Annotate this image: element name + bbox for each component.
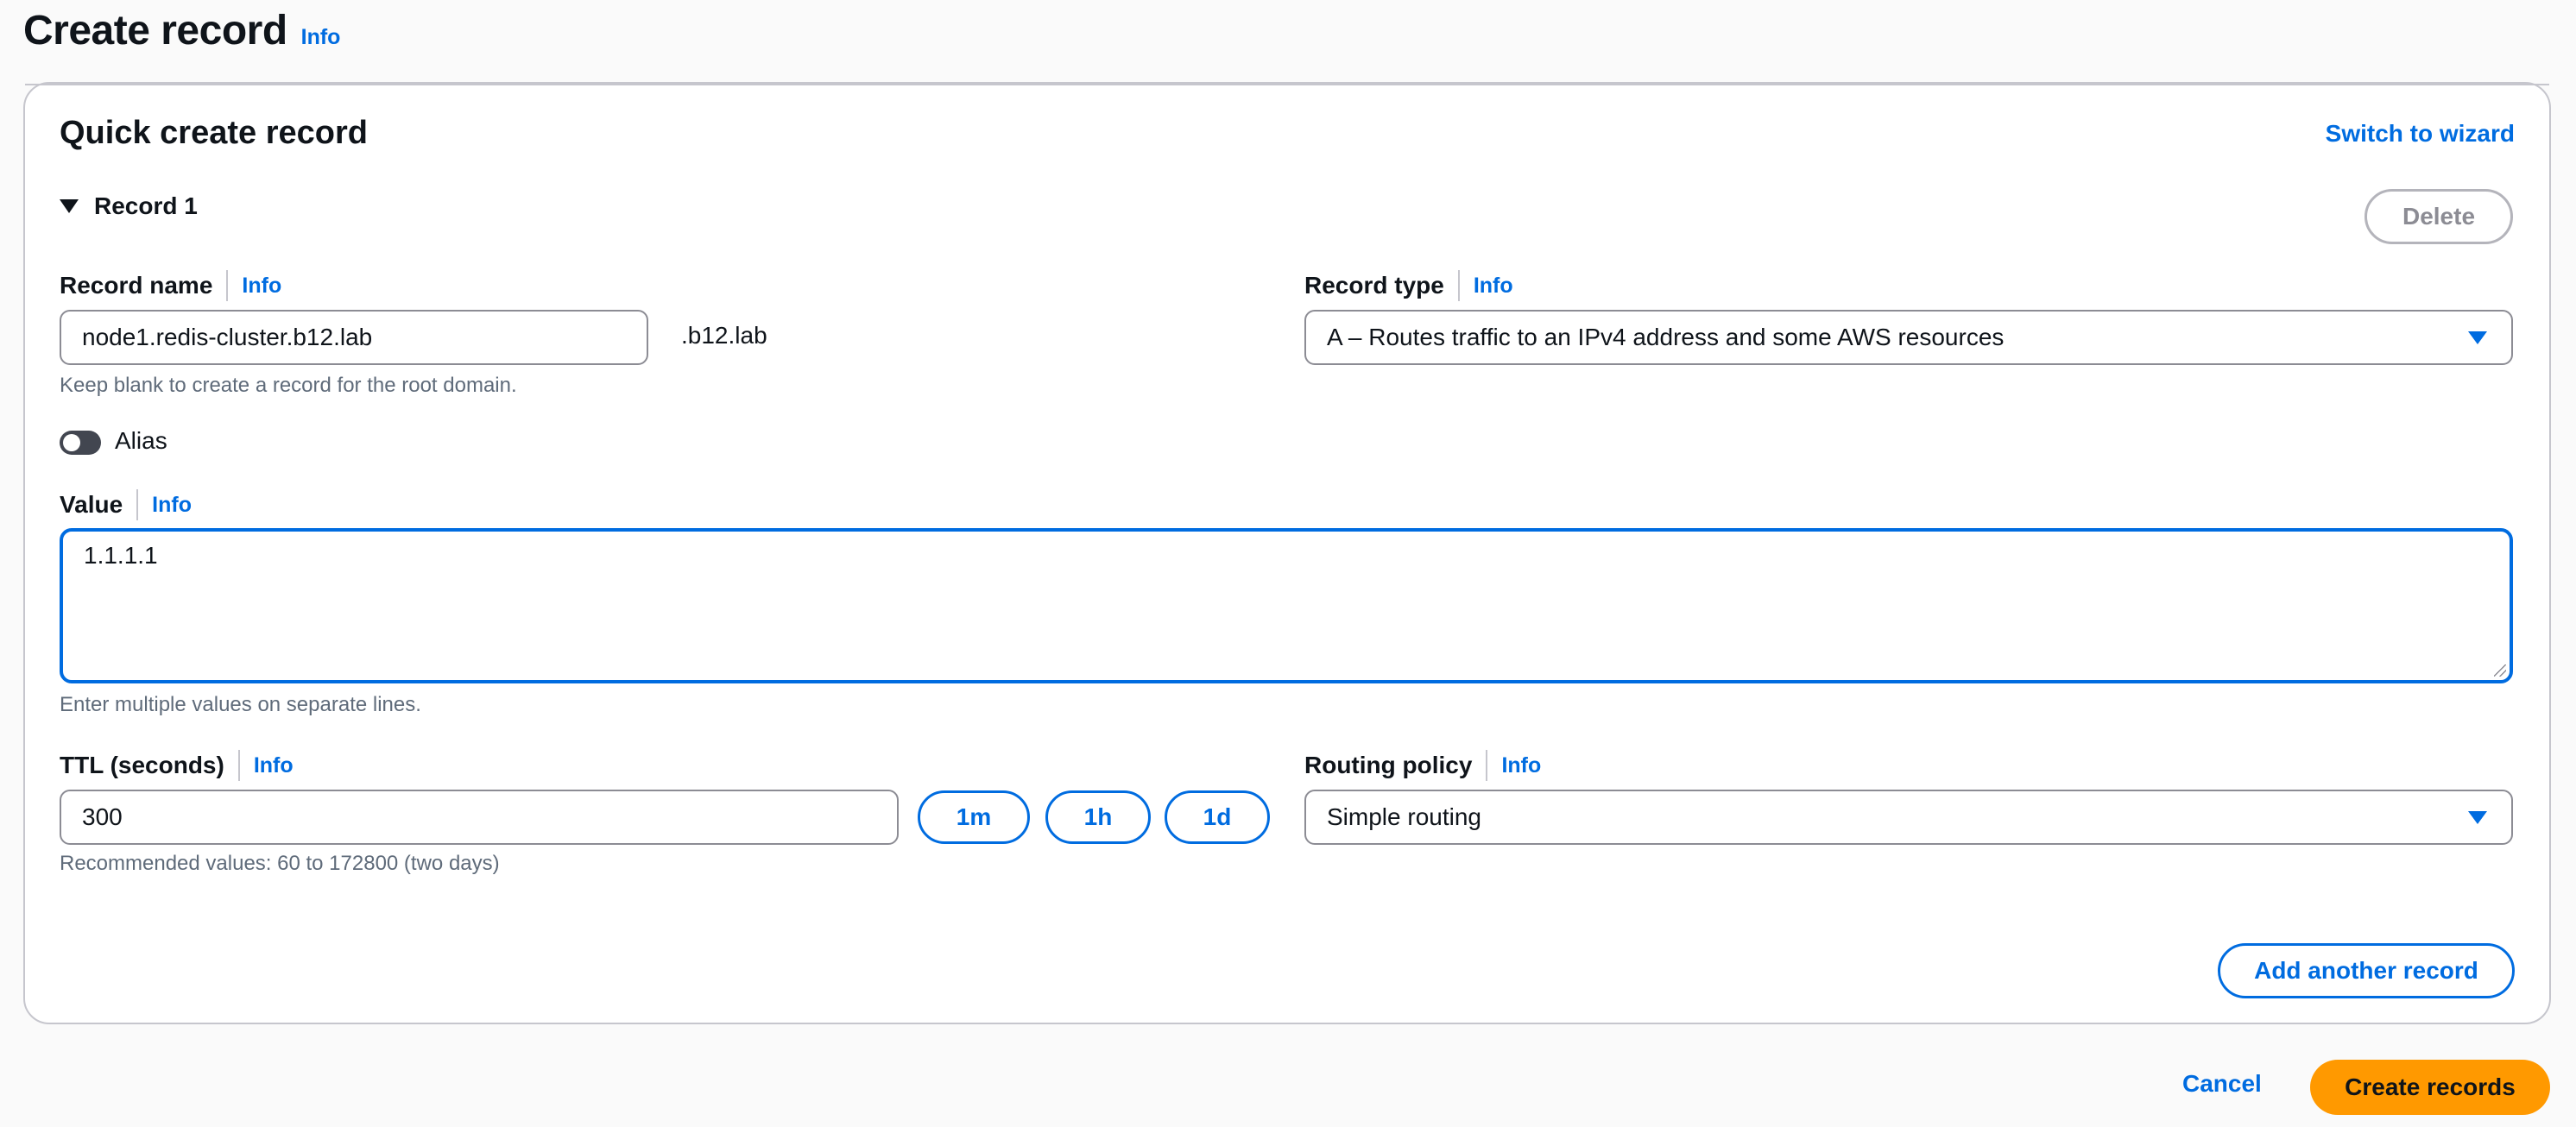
label-divider: [1486, 750, 1488, 781]
routing-policy-selected: Simple routing: [1327, 803, 1481, 830]
label-divider: [136, 489, 139, 520]
page-title: Create record: [23, 8, 287, 54]
record-type-label: Record type: [1304, 272, 1444, 299]
routing-label-row: Routing policy Info: [1304, 750, 1541, 781]
alias-toggle[interactable]: [60, 431, 101, 455]
label-divider: [1457, 270, 1460, 301]
ttl-label-row: TTL (seconds) Info: [60, 750, 294, 781]
panel-divider: [25, 84, 2549, 85]
add-another-record-button[interactable]: Add another record: [2218, 943, 2515, 998]
record-name-input[interactable]: node1.redis-cluster.b12.lab: [60, 310, 648, 365]
ttl-hint: Recommended values: 60 to 172800 (two da…: [60, 852, 500, 875]
record-name-info-link[interactable]: Info: [242, 274, 281, 299]
dropdown-arrow-icon: [2468, 811, 2487, 824]
ttl-info-link[interactable]: Info: [254, 753, 294, 778]
delete-button[interactable]: Delete: [2364, 189, 2513, 244]
record-type-info-link[interactable]: Info: [1474, 274, 1513, 299]
domain-suffix: .b12.lab: [681, 322, 767, 349]
switch-to-wizard-link[interactable]: Switch to wizard: [2326, 120, 2515, 148]
ttl-label: TTL (seconds): [60, 752, 224, 778]
alias-label: Alias: [115, 427, 167, 454]
ttl-preset-1m-button[interactable]: 1m: [918, 790, 1030, 844]
value-textarea[interactable]: 1.1.1.1: [60, 528, 2513, 683]
quick-create-panel: Quick create record Switch to wizard Rec…: [23, 82, 2551, 1024]
record-name-label: Record name: [60, 272, 213, 299]
record-type-select[interactable]: A – Routes traffic to an IPv4 address an…: [1304, 310, 2513, 365]
record-name-label-row: Record name Info: [60, 270, 281, 301]
value-label-row: Value Info: [60, 489, 192, 520]
caret-down-icon: [60, 199, 79, 213]
ttl-input[interactable]: 300: [60, 790, 899, 845]
dropdown-arrow-icon: [2468, 331, 2487, 344]
ttl-preset-1h-button[interactable]: 1h: [1045, 790, 1151, 844]
record-type-label-row: Record type Info: [1304, 270, 1513, 301]
resize-handle-icon[interactable]: [2494, 664, 2506, 677]
cancel-button[interactable]: Cancel: [2182, 1070, 2262, 1098]
page-info-link[interactable]: Info: [301, 25, 341, 50]
value-info-link[interactable]: Info: [152, 493, 192, 518]
record-type-selected: A – Routes traffic to an IPv4 address an…: [1327, 324, 2005, 350]
record-name-hint: Keep blank to create a record for the ro…: [60, 374, 517, 397]
ttl-preset-1d-button[interactable]: 1d: [1165, 790, 1270, 844]
label-divider: [226, 270, 229, 301]
panel-title: Quick create record: [60, 115, 368, 151]
record-1-label: Record 1: [94, 192, 198, 219]
value-hint: Enter multiple values on separate lines.: [60, 693, 421, 716]
label-divider: [237, 750, 240, 781]
value-label: Value: [60, 491, 123, 518]
routing-policy-label: Routing policy: [1304, 752, 1473, 778]
page-header: Create record Info: [23, 7, 340, 54]
routing-policy-select[interactable]: Simple routing: [1304, 790, 2513, 845]
value-content: 1.1.1.1: [84, 542, 158, 569]
routing-info-link[interactable]: Info: [1501, 753, 1541, 778]
record-1-expander[interactable]: Record 1: [60, 192, 198, 220]
create-records-button[interactable]: Create records: [2310, 1060, 2550, 1115]
